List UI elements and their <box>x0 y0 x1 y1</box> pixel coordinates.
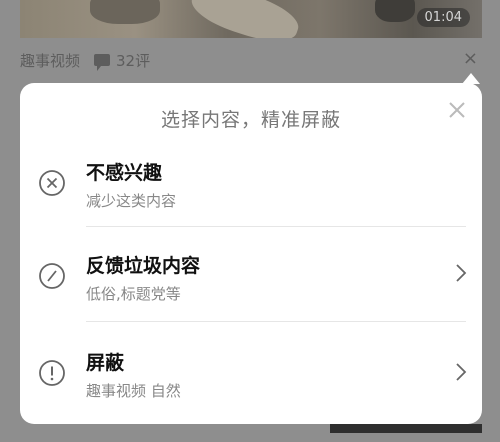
option-subtitle: 趣事视频 自然 <box>86 382 181 400</box>
option-title: 反馈垃圾内容 <box>86 255 201 277</box>
option-report-spam[interactable]: 反馈垃圾内容 低俗,标题党等 <box>20 251 482 345</box>
chevron-right-icon <box>456 363 467 381</box>
exclamation-circle-icon <box>39 360 65 386</box>
option-title: 屏蔽 <box>86 352 125 374</box>
option-title: 不感兴趣 <box>86 162 163 184</box>
option-subtitle: 低俗,标题党等 <box>86 285 181 303</box>
video-thumbnail[interactable]: 01:04 <box>20 0 482 38</box>
video-duration: 01:04 <box>416 8 470 27</box>
close-icon[interactable] <box>446 99 468 121</box>
dismiss-feed-button[interactable]: × <box>463 48 478 69</box>
popup-title: 选择内容，精准屏蔽 <box>160 109 341 131</box>
thumbnail-shape <box>375 0 415 22</box>
thumbnail-shape <box>186 0 304 38</box>
chevron-right-icon <box>456 264 467 282</box>
comment-count: 32评 <box>116 51 151 70</box>
block-content-popup: 选择内容，精准屏蔽 不感兴趣 减少这类内容 反馈垃圾内容 低俗,标题党等 屏蔽 … <box>20 83 482 424</box>
comment-icon <box>94 54 111 71</box>
divider <box>86 226 466 227</box>
x-circle-icon <box>39 170 65 196</box>
next-thumbnail-peek <box>330 424 482 433</box>
source-name[interactable]: 趣事视频 <box>20 50 80 71</box>
thumbnail-shape <box>90 0 160 24</box>
divider <box>86 321 466 322</box>
feed-meta-row: 趣事视频 32评 × <box>20 48 482 72</box>
slash-circle-icon <box>39 263 65 289</box>
option-not-interested[interactable]: 不感兴趣 减少这类内容 <box>20 158 482 252</box>
option-subtitle: 减少这类内容 <box>86 192 177 210</box>
